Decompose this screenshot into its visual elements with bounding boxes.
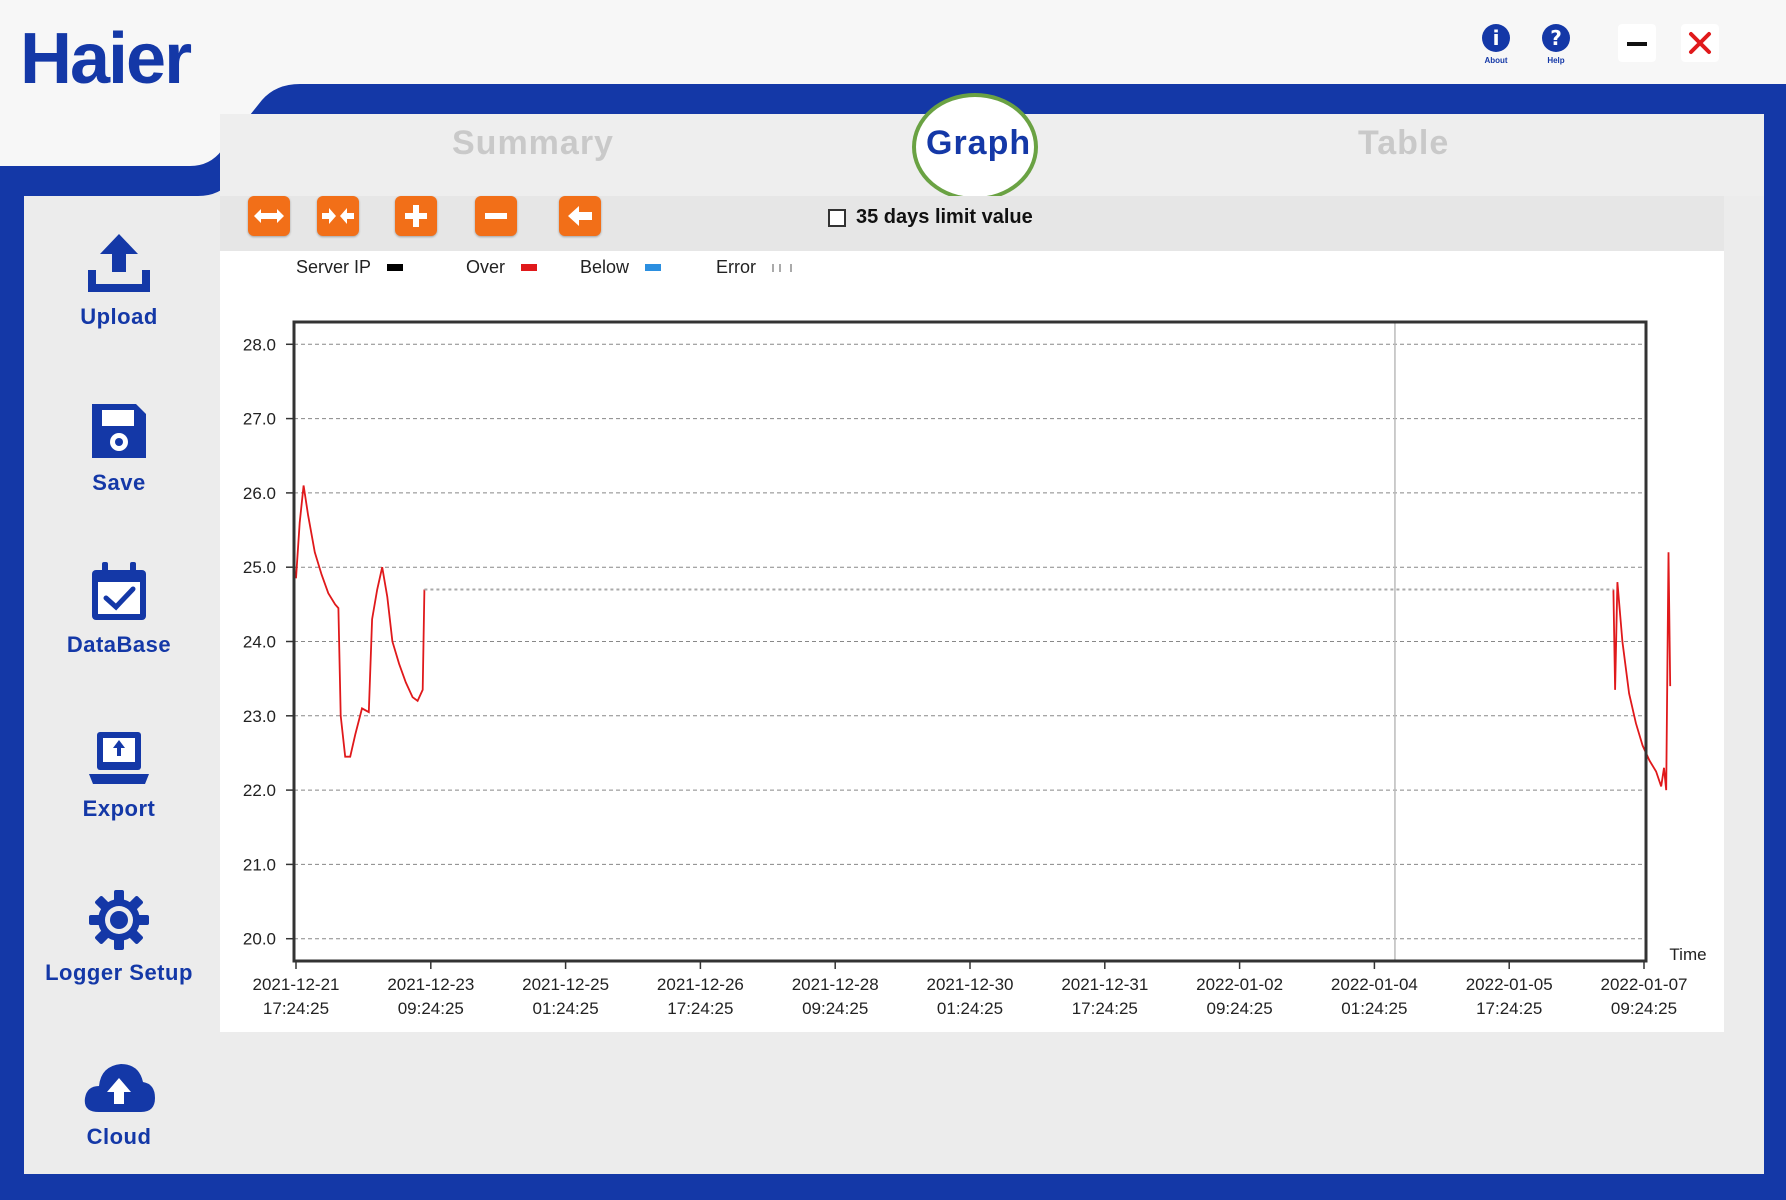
x-tick-label-time: 17:24:25 xyxy=(263,999,329,1018)
x-tick-label-time: 17:24:25 xyxy=(1476,999,1542,1018)
x-tick-label-time: 09:24:25 xyxy=(398,999,464,1018)
y-tick-label: 28.0 xyxy=(243,335,276,354)
x-tick-label-date: 2022-01-02 xyxy=(1196,975,1283,994)
x-tick-label-date: 2022-01-04 xyxy=(1331,975,1418,994)
x-tick-label-date: 2021-12-28 xyxy=(792,975,879,994)
x-axis-label: Time xyxy=(1669,945,1706,964)
y-tick-label: 26.0 xyxy=(243,484,276,503)
x-tick-label-date: 2021-12-30 xyxy=(927,975,1014,994)
x-tick-label-time: 17:24:25 xyxy=(667,999,733,1018)
x-tick-label-time: 09:24:25 xyxy=(1207,999,1273,1018)
x-tick-label-time: 17:24:25 xyxy=(1072,999,1138,1018)
x-tick-label-date: 2021-12-26 xyxy=(657,975,744,994)
x-tick-label-date: 2022-01-07 xyxy=(1601,975,1688,994)
y-tick-label: 21.0 xyxy=(243,855,276,874)
x-tick-label-time: 01:24:25 xyxy=(937,999,1003,1018)
x-tick-label-date: 2021-12-23 xyxy=(387,975,474,994)
y-tick-label: 25.0 xyxy=(243,558,276,577)
y-tick-label: 27.0 xyxy=(243,410,276,429)
x-tick-label-date: 2021-12-31 xyxy=(1061,975,1148,994)
x-tick-label-time: 01:24:25 xyxy=(1341,999,1407,1018)
y-tick-label: 22.0 xyxy=(243,781,276,800)
temperature-chart: 28.0 27.0 26.0 25.0 24.0 23.0 22.0 21.0 20.0 2021… xyxy=(243,320,1707,1018)
x-tick-label-time: 09:24:25 xyxy=(1611,999,1677,1018)
over-series-line xyxy=(1612,552,1672,791)
y-tick-label: 20.0 xyxy=(243,930,276,949)
x-tick-label-date: 2021-12-25 xyxy=(522,975,609,994)
y-tick-label: 24.0 xyxy=(243,633,276,652)
x-tick-label-date: 2022-01-05 xyxy=(1466,975,1553,994)
panel-bottom-area xyxy=(220,1032,1724,1172)
x-tick-label-time: 09:24:25 xyxy=(802,999,868,1018)
y-tick-label: 23.0 xyxy=(243,707,276,726)
x-tick-label-date: 2021-12-21 xyxy=(253,975,340,994)
x-tick-label-time: 01:24:25 xyxy=(533,999,599,1018)
